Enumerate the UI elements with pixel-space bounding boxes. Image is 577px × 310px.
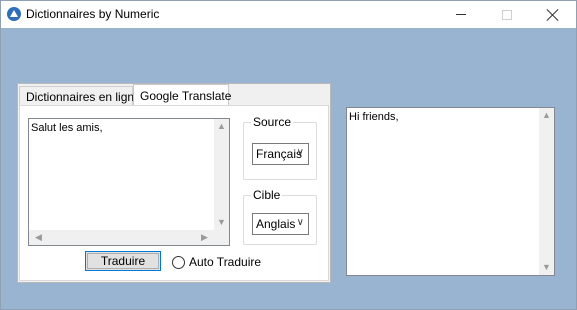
target-language-select[interactable]: Anglais ∨ <box>252 213 309 235</box>
result-vertical-scrollbar[interactable]: ▲ ▼ <box>539 108 554 275</box>
app-icon[interactable] <box>7 7 21 21</box>
scroll-up-icon[interactable]: ▲ <box>539 111 554 120</box>
maximize-button <box>484 1 530 28</box>
tab-google-translate[interactable]: Google Translate <box>133 84 231 106</box>
source-language-value: Français <box>256 147 303 161</box>
tab-dictionnaires-en-ligne[interactable]: Dictionnaires en ligne <box>19 86 141 106</box>
source-vertical-scrollbar[interactable]: ▲ ▼ <box>214 119 229 230</box>
close-button[interactable] <box>530 1 576 28</box>
source-horizontal-scrollbar[interactable]: ◀ ▶ <box>29 230 214 245</box>
auto-translate-option[interactable]: Auto Traduire <box>172 254 261 270</box>
target-language-value: Anglais <box>256 217 296 231</box>
maximize-icon <box>502 9 512 20</box>
chevron-down-icon: ∨ <box>296 217 304 228</box>
scroll-right-icon[interactable]: ▶ <box>197 233 212 242</box>
window-title: Dictionnaires by Numeric <box>26 7 160 21</box>
app-window: Dictionnaires by Numeric Dictionnaires e… <box>0 0 577 310</box>
result-text: Hi friends, <box>349 111 399 123</box>
target-group-label: Cible <box>251 188 283 202</box>
chevron-down-icon: ∨ <box>296 147 304 158</box>
source-language-group: Source Français ∨ <box>243 115 317 180</box>
source-language-select[interactable]: Français ∨ <box>252 143 309 165</box>
close-icon <box>547 9 559 21</box>
translate-panel: Dictionnaires en ligne Google Translate … <box>17 83 331 283</box>
result-text-area[interactable]: Hi friends, ▲ ▼ <box>346 107 555 276</box>
tab-strip: Dictionnaires en ligne Google Translate <box>18 84 330 106</box>
source-text-area[interactable]: Salut les amis, ▲ ▼ ◀ ▶ <box>28 118 230 246</box>
source-group-label: Source <box>251 115 294 129</box>
title-bar[interactable]: Dictionnaires by Numeric <box>1 1 576 28</box>
scroll-corner <box>214 230 229 245</box>
minimize-button[interactable] <box>438 1 484 28</box>
minimize-icon <box>456 14 466 15</box>
scroll-left-icon[interactable]: ◀ <box>31 233 46 242</box>
tab-content: Salut les amis, ▲ ▼ ◀ ▶ Source Français … <box>19 105 329 281</box>
translate-button[interactable]: Traduire <box>85 251 161 271</box>
scroll-up-icon[interactable]: ▲ <box>214 122 229 131</box>
target-language-group: Cible Anglais ∨ <box>243 188 317 245</box>
auto-translate-label: Auto Traduire <box>189 255 262 269</box>
source-text: Salut les amis, <box>31 122 103 134</box>
scroll-down-icon[interactable]: ▼ <box>539 263 554 272</box>
auto-translate-radio[interactable] <box>172 255 185 269</box>
scroll-down-icon[interactable]: ▼ <box>214 218 229 227</box>
